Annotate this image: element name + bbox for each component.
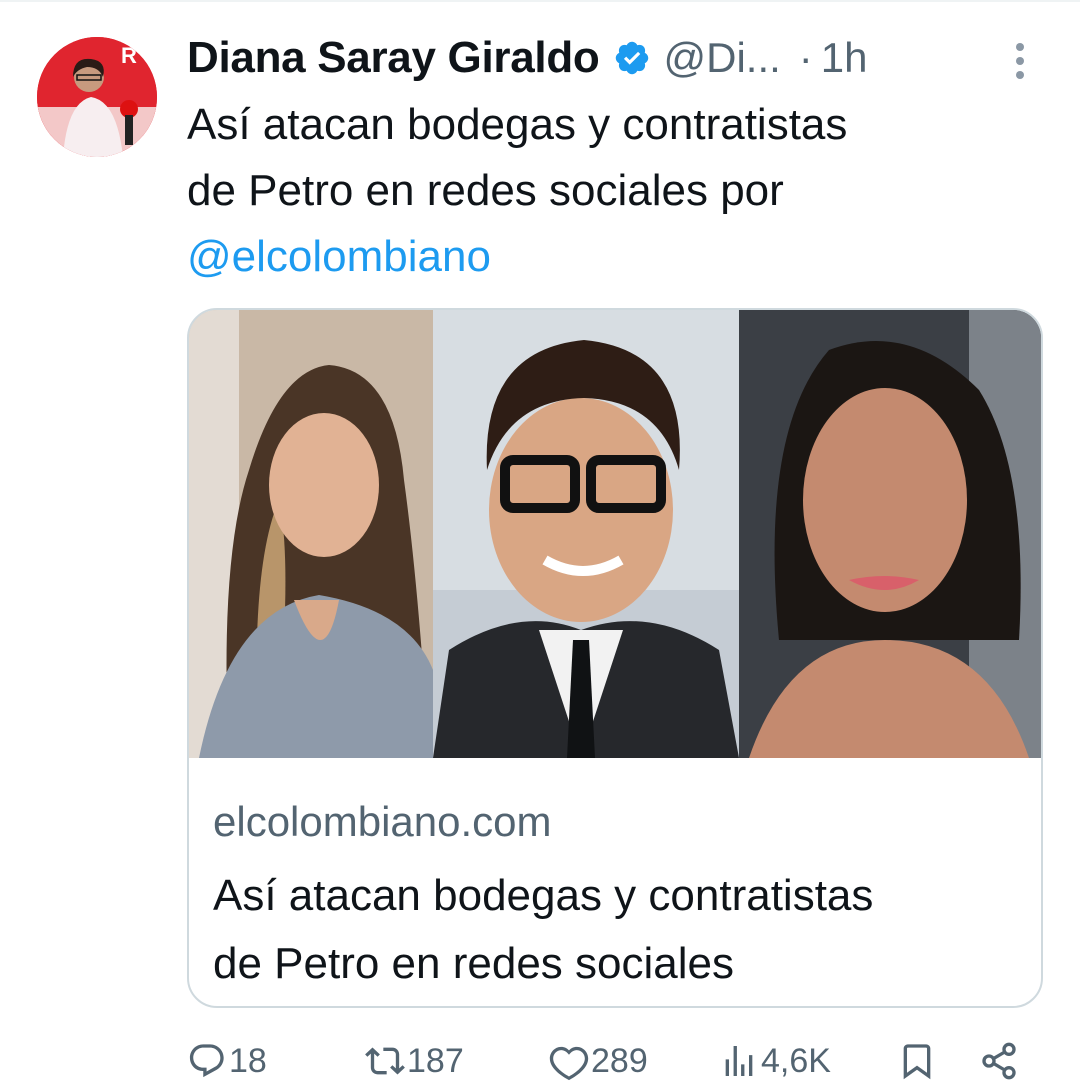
verified-badge-icon xyxy=(613,39,651,77)
retweet-button[interactable]: 187 xyxy=(365,1036,464,1086)
tweet-header: Diana Saray Giraldo @Di... · 1h xyxy=(187,28,868,88)
card-image xyxy=(189,310,1041,758)
author-name[interactable]: Diana Saray Giraldo xyxy=(187,33,600,83)
tweet-action-bar: 18 187 289 4,6K xyxy=(187,1036,1047,1086)
reply-icon xyxy=(189,1044,224,1078)
svg-text:R: R xyxy=(121,43,137,68)
reply-count: 18 xyxy=(229,1041,267,1080)
separator-dot: · xyxy=(798,34,813,81)
tweet-text: Así atacan bodegas y contratistas de Pet… xyxy=(187,92,1047,290)
card-title-line: Así atacan bodegas y contratistas xyxy=(213,871,874,920)
bookmark-button[interactable] xyxy=(897,1036,937,1086)
views-count: 4,6K xyxy=(761,1041,831,1080)
card-title: Así atacan bodegas y contratistas de Pet… xyxy=(213,862,1033,998)
link-preview-card[interactable]: elcolombiano.com Así atacan bodegas y co… xyxy=(187,308,1043,1008)
tweet-text-line: Así atacan bodegas y contratistas xyxy=(187,100,848,149)
card-title-line: de Petro en redes sociales xyxy=(213,939,734,988)
like-button[interactable]: 289 xyxy=(549,1036,648,1086)
author-avatar[interactable]: R xyxy=(37,37,157,157)
top-divider xyxy=(0,0,1080,2)
views-button[interactable]: 4,6K xyxy=(719,1036,831,1086)
retweet-count: 187 xyxy=(407,1041,464,1080)
like-count: 289 xyxy=(591,1041,648,1080)
share-icon xyxy=(982,1042,1016,1080)
like-icon xyxy=(549,1046,589,1081)
views-icon xyxy=(725,1046,753,1076)
more-options-icon[interactable] xyxy=(1006,40,1034,82)
author-handle[interactable]: @Di... xyxy=(663,34,780,82)
tweet-timestamp[interactable]: 1h xyxy=(821,34,868,82)
reply-button[interactable]: 18 xyxy=(187,1036,267,1086)
card-domain: elcolombiano.com xyxy=(213,798,552,845)
mention-link[interactable]: @elcolombiano xyxy=(187,224,1047,290)
bookmark-icon xyxy=(903,1044,931,1080)
avatar-photo: R xyxy=(37,37,157,157)
share-button[interactable] xyxy=(979,1036,1019,1086)
retweet-icon xyxy=(365,1047,405,1075)
tweet-text-line: de Petro en redes sociales por xyxy=(187,166,784,215)
